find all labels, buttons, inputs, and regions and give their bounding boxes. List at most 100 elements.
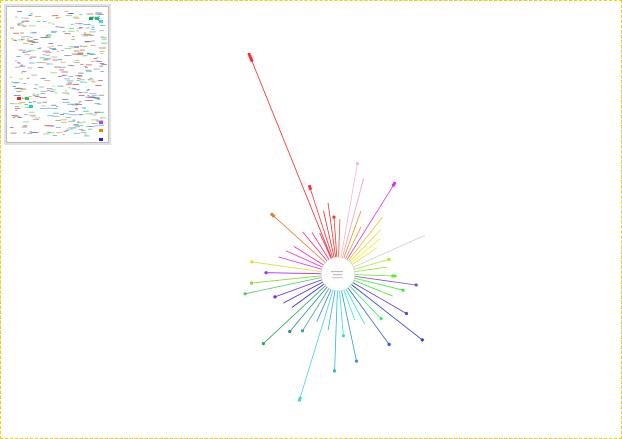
minimap-mark: [15, 106, 19, 107]
leaf-node[interactable]: [354, 359, 359, 363]
minimap-mark: [14, 107, 21, 109]
minimap-mark: [11, 81, 14, 83]
minimap-mark: [78, 92, 83, 93]
minimap-mark: [92, 123, 96, 124]
minimap-mark: [17, 11, 23, 12]
minimap-mark: [51, 45, 54, 47]
leaf-node[interactable]: [404, 311, 408, 316]
minimap-mark: [94, 103, 100, 104]
minimap-mark: [10, 132, 17, 134]
minimap-mark: [60, 61, 66, 63]
leaf-node[interactable]: [300, 329, 305, 333]
minimap-mark: [13, 32, 19, 34]
minimap-mark: [12, 86, 16, 87]
leaf-node[interactable]: [288, 329, 292, 334]
minimap-mark: [67, 93, 70, 95]
minimap-mark: [62, 92, 69, 94]
minimap-mark: [39, 47, 42, 49]
leaf-node[interactable]: [387, 342, 391, 346]
leaf-node[interactable]: [271, 214, 276, 218]
minimap-mark: [79, 114, 82, 116]
minimap-mark: [13, 40, 17, 41]
minimap-mark: [29, 114, 37, 116]
minimap-mark: [24, 17, 29, 19]
minimap-mark: [101, 64, 107, 65]
leaf-node[interactable]: [420, 338, 424, 342]
minimap-mark: [97, 15, 101, 17]
minimap-mark: [59, 26, 65, 28]
minimap-mark: [96, 56, 99, 58]
minimap-mark: [56, 132, 63, 134]
leaf-node[interactable]: [250, 58, 254, 63]
minimap-mark: [28, 102, 33, 103]
leaf-node[interactable]: [332, 215, 336, 219]
minimap-mark: [99, 30, 104, 32]
leaf-node[interactable]: [308, 187, 312, 191]
graph-nodes[interactable]: [243, 52, 424, 402]
minimap-mark: [87, 95, 90, 96]
leaf-node[interactable]: [391, 274, 395, 278]
leaf-node[interactable]: [355, 162, 359, 166]
leaf-node[interactable]: [243, 292, 247, 296]
leaf-node[interactable]: [341, 334, 345, 338]
minimap-mark: [40, 90, 48, 92]
minimap-mark: [100, 25, 106, 26]
minimap-mark: [68, 127, 71, 128]
leaf-node[interactable]: [249, 281, 254, 285]
minimap-mark: [78, 101, 82, 103]
leaf-node[interactable]: [261, 342, 265, 346]
leaf-node[interactable]: [264, 271, 268, 275]
minimap-mark: [22, 51, 25, 53]
minimap-mark: [52, 49, 57, 50]
minimap-mark: [46, 88, 53, 89]
minimap-mark: [64, 90, 67, 92]
minimap-mark: [35, 117, 41, 119]
leaf-node[interactable]: [298, 396, 302, 400]
minimap-mark: [85, 96, 90, 98]
minimap-mark: [37, 102, 42, 104]
minimap-mark: [57, 45, 63, 46]
overview-minimap[interactable]: [6, 6, 109, 143]
leaf-node[interactable]: [414, 283, 418, 287]
minimap-mark: [50, 72, 58, 74]
minimap-mark: [15, 16, 18, 18]
leaf-node[interactable]: [273, 295, 277, 299]
minimap-mark: [70, 114, 78, 116]
minimap-mark: [71, 104, 78, 106]
minimap-mark: [66, 117, 72, 118]
minimap-mark: [99, 63, 105, 64]
minimap-mark: [51, 31, 57, 33]
minimap-mark: [27, 67, 33, 69]
minimap-mark: [80, 81, 87, 83]
minimap-mark: [35, 96, 40, 97]
minimap-mark: [89, 77, 93, 79]
leaf-node[interactable]: [333, 369, 337, 373]
edge-24: [349, 285, 382, 319]
minimap-mark: [42, 101, 47, 103]
minimap-mark: [46, 107, 51, 109]
minimap-mark: [10, 38, 13, 39]
minimap-mark: [87, 53, 95, 55]
minimap-mark: [34, 84, 39, 86]
minimap-mark: [61, 74, 68, 76]
minimap-mark: [72, 36, 75, 38]
leaf-node[interactable]: [250, 260, 254, 264]
minimap-canvas: [10, 11, 108, 141]
minimap-mark: [11, 115, 18, 116]
minimap-mark: [92, 114, 97, 116]
leaf-node[interactable]: [379, 317, 383, 321]
minimap-mark: [77, 28, 82, 30]
canvas[interactable]: [0, 0, 622, 439]
minimap-mark: [52, 115, 60, 117]
leaf-node[interactable]: [391, 183, 396, 187]
minimap-mark: [81, 130, 86, 131]
minimap-mark: [24, 107, 30, 108]
minimap-mark: [24, 54, 31, 56]
minimap-mark: [91, 40, 96, 42]
minimap-mark: [71, 87, 75, 89]
minimap-mark: [70, 23, 74, 25]
minimap-mark: [24, 104, 29, 105]
leaf-node[interactable]: [401, 288, 405, 292]
leaf-node[interactable]: [387, 257, 391, 261]
minimap-mark: [44, 58, 51, 60]
